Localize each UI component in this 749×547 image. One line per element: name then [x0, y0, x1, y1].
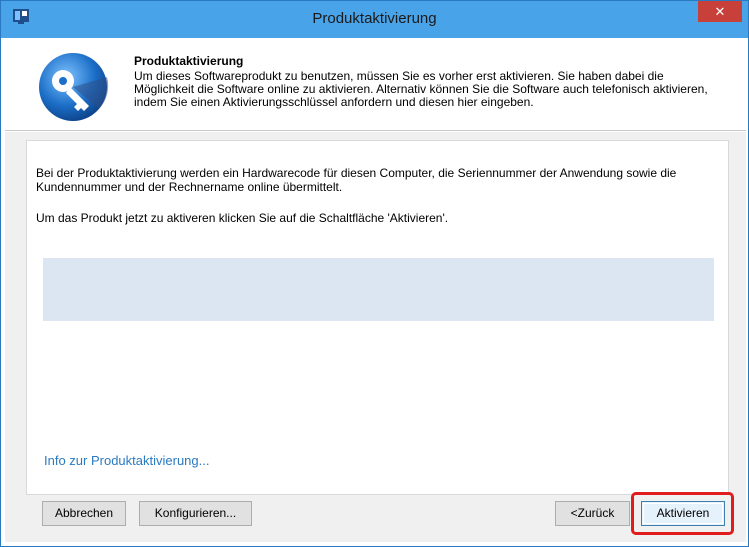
status-box	[43, 258, 714, 321]
main-area: Bei der Produktaktivierung werden ein Ha…	[5, 132, 746, 542]
configure-button[interactable]: Konfigurieren...	[139, 501, 252, 526]
back-button[interactable]: <Zurück	[555, 501, 630, 526]
content-panel: Bei der Produktaktivierung werden ein Ha…	[26, 140, 729, 495]
instruction-paragraph: Um das Produkt jetzt zu aktiveren klicke…	[36, 211, 449, 225]
info-paragraph: Bei der Produktaktivierung werden ein Ha…	[36, 166, 677, 194]
cancel-button[interactable]: Abbrechen	[42, 501, 126, 526]
key-icon	[37, 51, 109, 123]
window-title: Produktaktivierung	[312, 10, 437, 27]
header-description: Um dieses Softwareprodukt zu benutzen, m…	[134, 69, 708, 109]
close-icon: ✕	[714, 4, 726, 19]
close-button[interactable]: ✕	[698, 1, 742, 22]
activate-button[interactable]: Aktivieren	[641, 501, 725, 526]
dialog-header: Produktaktivierung Um dieses Softwarepro…	[5, 38, 746, 131]
title-bar[interactable]: Produktaktivierung ✕	[1, 1, 748, 38]
info-link[interactable]: Info zur Produktaktivierung...	[44, 453, 209, 468]
activation-dialog: Produktaktivierung ✕ Produktaktivierung …	[0, 0, 749, 547]
header-title: Produktaktivierung	[134, 54, 244, 68]
